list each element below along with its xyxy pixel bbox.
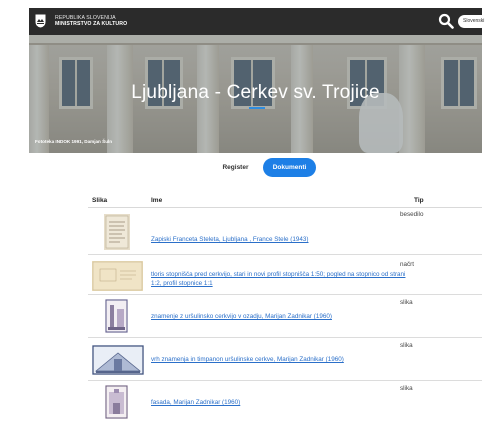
document-link[interactable]: tloris stopnišča pred cerkvijo, stari in… [151,270,406,288]
page-title: Ljubljana - Cerkev sv. Trojice [131,82,380,103]
photo-credit: Fototeka INDOK 1991, Damjan Šuln [35,139,113,144]
documents-table: Slika Ime Tip Zapiski Franceta Steleta, … [88,194,482,421]
document-link[interactable]: fasada, Marijan Zadnikar (1960) [151,398,406,407]
org-line-1: REPUBLIKA SLOVENIJA [55,15,116,21]
photo-thumbnail[interactable] [105,385,128,419]
column-header-slika: Slika [92,197,108,204]
table-row: tloris stopnišča pred cerkvijo, stari in… [88,255,482,295]
document-type: načrt [400,261,414,268]
photo-thumbnail[interactable] [105,299,128,333]
title-underline [249,107,265,109]
document-thumbnail[interactable] [104,214,130,250]
hero-banner: Ljubljana - Cerkev sv. Trojice Fototeka … [29,35,482,153]
document-link[interactable]: vrh znamenja in timpanon uršulinske cerk… [151,355,406,364]
coat-of-arms-logo [35,14,46,28]
column-header-ime: Ime [151,197,163,204]
search-icon[interactable] [438,13,454,29]
tab-dokumenti[interactable]: Dokumenti [263,158,316,177]
right-gutter [482,0,488,421]
table-row: Zapiski Franceta Steleta, Ljubljana , Fr… [88,208,482,255]
plan-thumbnail[interactable] [92,261,143,291]
document-type: slika [400,299,413,306]
tab-register[interactable]: Register [212,158,259,177]
table-row: vrh znamenja in timpanon uršulinske cerk… [88,338,482,381]
table-row: znamenje z uršulinsko cerkvijo v ozadju,… [88,295,482,338]
org-line-2: MINISTRSTVO ZA KULTURO [55,21,128,27]
top-navigation-bar: REPUBLIKA SLOVENIJA MINISTRSTVO ZA KULTU… [29,8,488,35]
column-header-tip: Tip [414,197,424,204]
page-edge [0,0,29,421]
document-link[interactable]: znamenje z uršulinsko cerkvijo v ozadju,… [151,312,406,321]
table-row: fasada, Marijan Zadnikar (1960) slika [88,381,482,421]
table-header: Slika Ime Tip [88,194,482,208]
document-type: slika [400,342,413,349]
photo-thumbnail[interactable] [92,345,144,375]
document-type: slika [400,385,413,392]
language-selector[interactable]: Slovenski [458,15,488,28]
ministry-name[interactable]: REPUBLIKA SLOVENIJA MINISTRSTVO ZA KULTU… [55,15,127,27]
document-link[interactable]: Zapiski Franceta Steleta, Ljubljana , Fr… [151,235,396,244]
document-type: besedilo [400,211,424,218]
